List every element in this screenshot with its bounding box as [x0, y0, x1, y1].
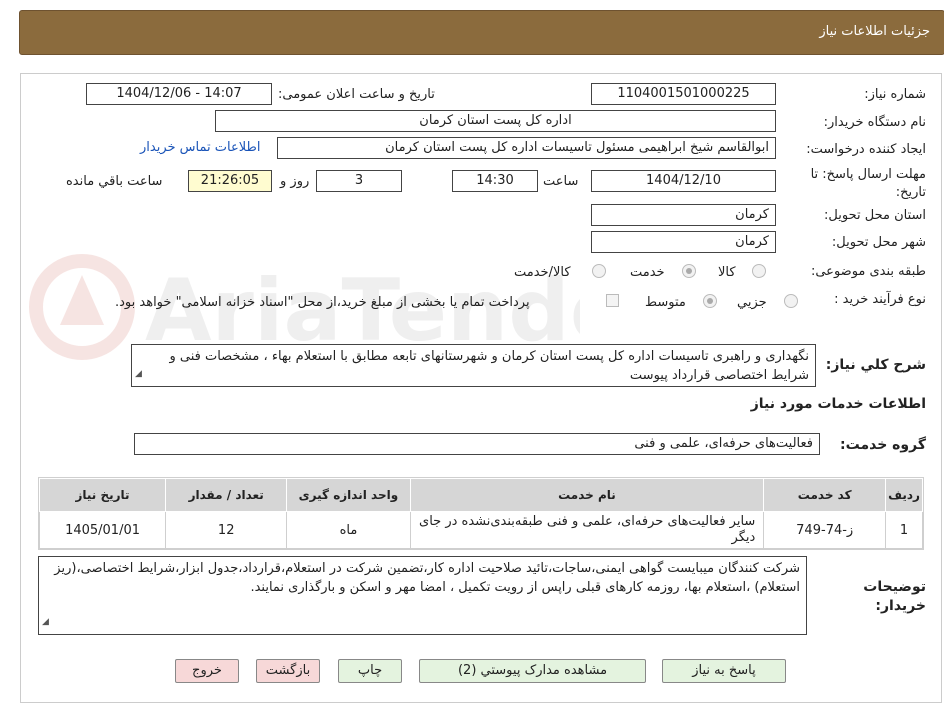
- process-radio-minor[interactable]: [784, 294, 798, 308]
- category-radio-service[interactable]: [682, 264, 696, 278]
- cell-code: ز-74-749: [763, 511, 887, 549]
- view-attachments-button[interactable]: مشاهده مدارک پیوستي (2): [419, 659, 646, 683]
- category-radio-goods-service[interactable]: [592, 264, 606, 278]
- reply-button[interactable]: پاسخ به نیاز: [662, 659, 786, 683]
- service-group-label: گروه خدمت:: [840, 437, 926, 453]
- category-radio-goods[interactable]: [752, 264, 766, 278]
- page-header: جزئیات اطلاعات نیاز: [19, 10, 944, 55]
- buyer-contact-link[interactable]: اطلاعات تماس خریدار: [140, 140, 260, 155]
- days-label: روز و: [280, 174, 310, 189]
- buyer-notes-label: توضیحات خریدار:: [863, 579, 926, 614]
- table-row: 1 ز-74-749 سایر فعالیت‌های حرفه‌ای، علمی…: [38, 511, 923, 549]
- resize-grip-icon[interactable]: ◢: [135, 365, 142, 384]
- service-group-field: فعالیت‌های حرفه‌ای، علمی و فنی: [134, 433, 820, 455]
- buyer-org-field: اداره کل پست استان کرمان: [215, 110, 776, 132]
- city-field: کرمان: [591, 231, 776, 253]
- remaining-time-field: 21:26:05: [188, 170, 272, 192]
- description-text: نگهداری و راهبری تاسیسات اداره کل پست اس…: [169, 349, 809, 383]
- description-textarea[interactable]: نگهداری و راهبری تاسیسات اداره کل پست اس…: [131, 344, 816, 387]
- deadline-time-label: ساعت: [543, 174, 579, 189]
- announce-field: 1404/12/06 - 14:07: [86, 83, 272, 105]
- deadline-date-field: 1404/12/10: [591, 170, 776, 192]
- province-label: استان محل تحویل:: [824, 208, 926, 223]
- buyer-notes-textarea[interactable]: شرکت کنندگان میبایست گواهی ایمنی،ساجات،ت…: [38, 556, 807, 635]
- col-header-code: کد خدمت: [763, 478, 887, 512]
- col-header-date: تاریخ نیاز: [38, 478, 167, 512]
- table-header-row: رديف کد خدمت نام خدمت واحد اندازه گیری ت…: [38, 478, 923, 512]
- description-label: شرح كلي نیاز:: [825, 357, 926, 373]
- exit-button[interactable]: خروج: [175, 659, 239, 683]
- back-button[interactable]: بازگشت: [256, 659, 320, 683]
- category-option-service: خدمت: [630, 265, 665, 280]
- process-option-minor: جزيي: [737, 295, 767, 310]
- col-header-unit: واحد اندازه گیری: [286, 478, 411, 512]
- deadline-label: مهلت ارسال پاسخ: تا تاریخ:: [810, 167, 926, 200]
- services-table: رديف کد خدمت نام خدمت واحد اندازه گیری ت…: [38, 478, 923, 549]
- category-option-goods-service: کالا/خدمت: [514, 265, 571, 280]
- services-table-wrap: رديف کد خدمت نام خدمت واحد اندازه گیری ت…: [38, 477, 924, 550]
- process-label: نوع فرآیند خرید :: [834, 292, 926, 307]
- need-number-label: شماره نیاز:: [864, 87, 926, 102]
- treasury-note: پرداخت تمام یا بخشی از مبلغ خرید،از محل …: [115, 295, 530, 310]
- print-button[interactable]: چاپ: [338, 659, 402, 683]
- cell-date: 1405/01/01: [38, 511, 167, 549]
- category-option-goods: کالا: [718, 265, 736, 280]
- services-section-title: اطلاعات خدمات مورد نیاز: [750, 396, 926, 412]
- col-header-qty: تعداد / مقدار: [165, 478, 288, 512]
- category-label: طبقه بندی موضوعی:: [810, 264, 926, 279]
- treasury-checkbox[interactable]: [606, 294, 619, 307]
- process-option-medium: متوسط: [645, 295, 686, 310]
- cell-row: 1: [885, 511, 923, 549]
- resize-grip-icon[interactable]: ◢: [42, 613, 49, 632]
- buyer-org-label: نام دستگاه خریدار:: [823, 115, 926, 130]
- announce-label: تاریخ و ساعت اعلان عمومی:: [278, 87, 435, 102]
- requester-field: ابوالقاسم شیخ ابراهیمی مسئول تاسیسات ادا…: [277, 137, 776, 159]
- requester-label: ایجاد کننده درخواست:: [806, 142, 926, 157]
- cell-name: سایر فعالیت‌های حرفه‌ای، علمی و فنی طبقه…: [409, 511, 765, 549]
- city-label: شهر محل تحویل:: [831, 235, 926, 250]
- remaining-label: ساعت باقي مانده: [66, 174, 163, 189]
- cell-unit: ماه: [286, 511, 411, 549]
- days-field: 3: [316, 170, 402, 192]
- deadline-time-field: 14:30: [452, 170, 538, 192]
- process-radio-medium[interactable]: [703, 294, 717, 308]
- need-number-field: 1104001501000225: [591, 83, 776, 105]
- col-header-row: رديف: [885, 478, 923, 512]
- buyer-notes-text: شرکت کنندگان میبایست گواهی ایمنی،ساجات،ت…: [54, 561, 800, 595]
- col-header-name: نام خدمت: [409, 478, 765, 512]
- cell-qty: 12: [165, 511, 288, 549]
- province-field: کرمان: [591, 204, 776, 226]
- page-title: جزئیات اطلاعات نیاز: [819, 24, 930, 39]
